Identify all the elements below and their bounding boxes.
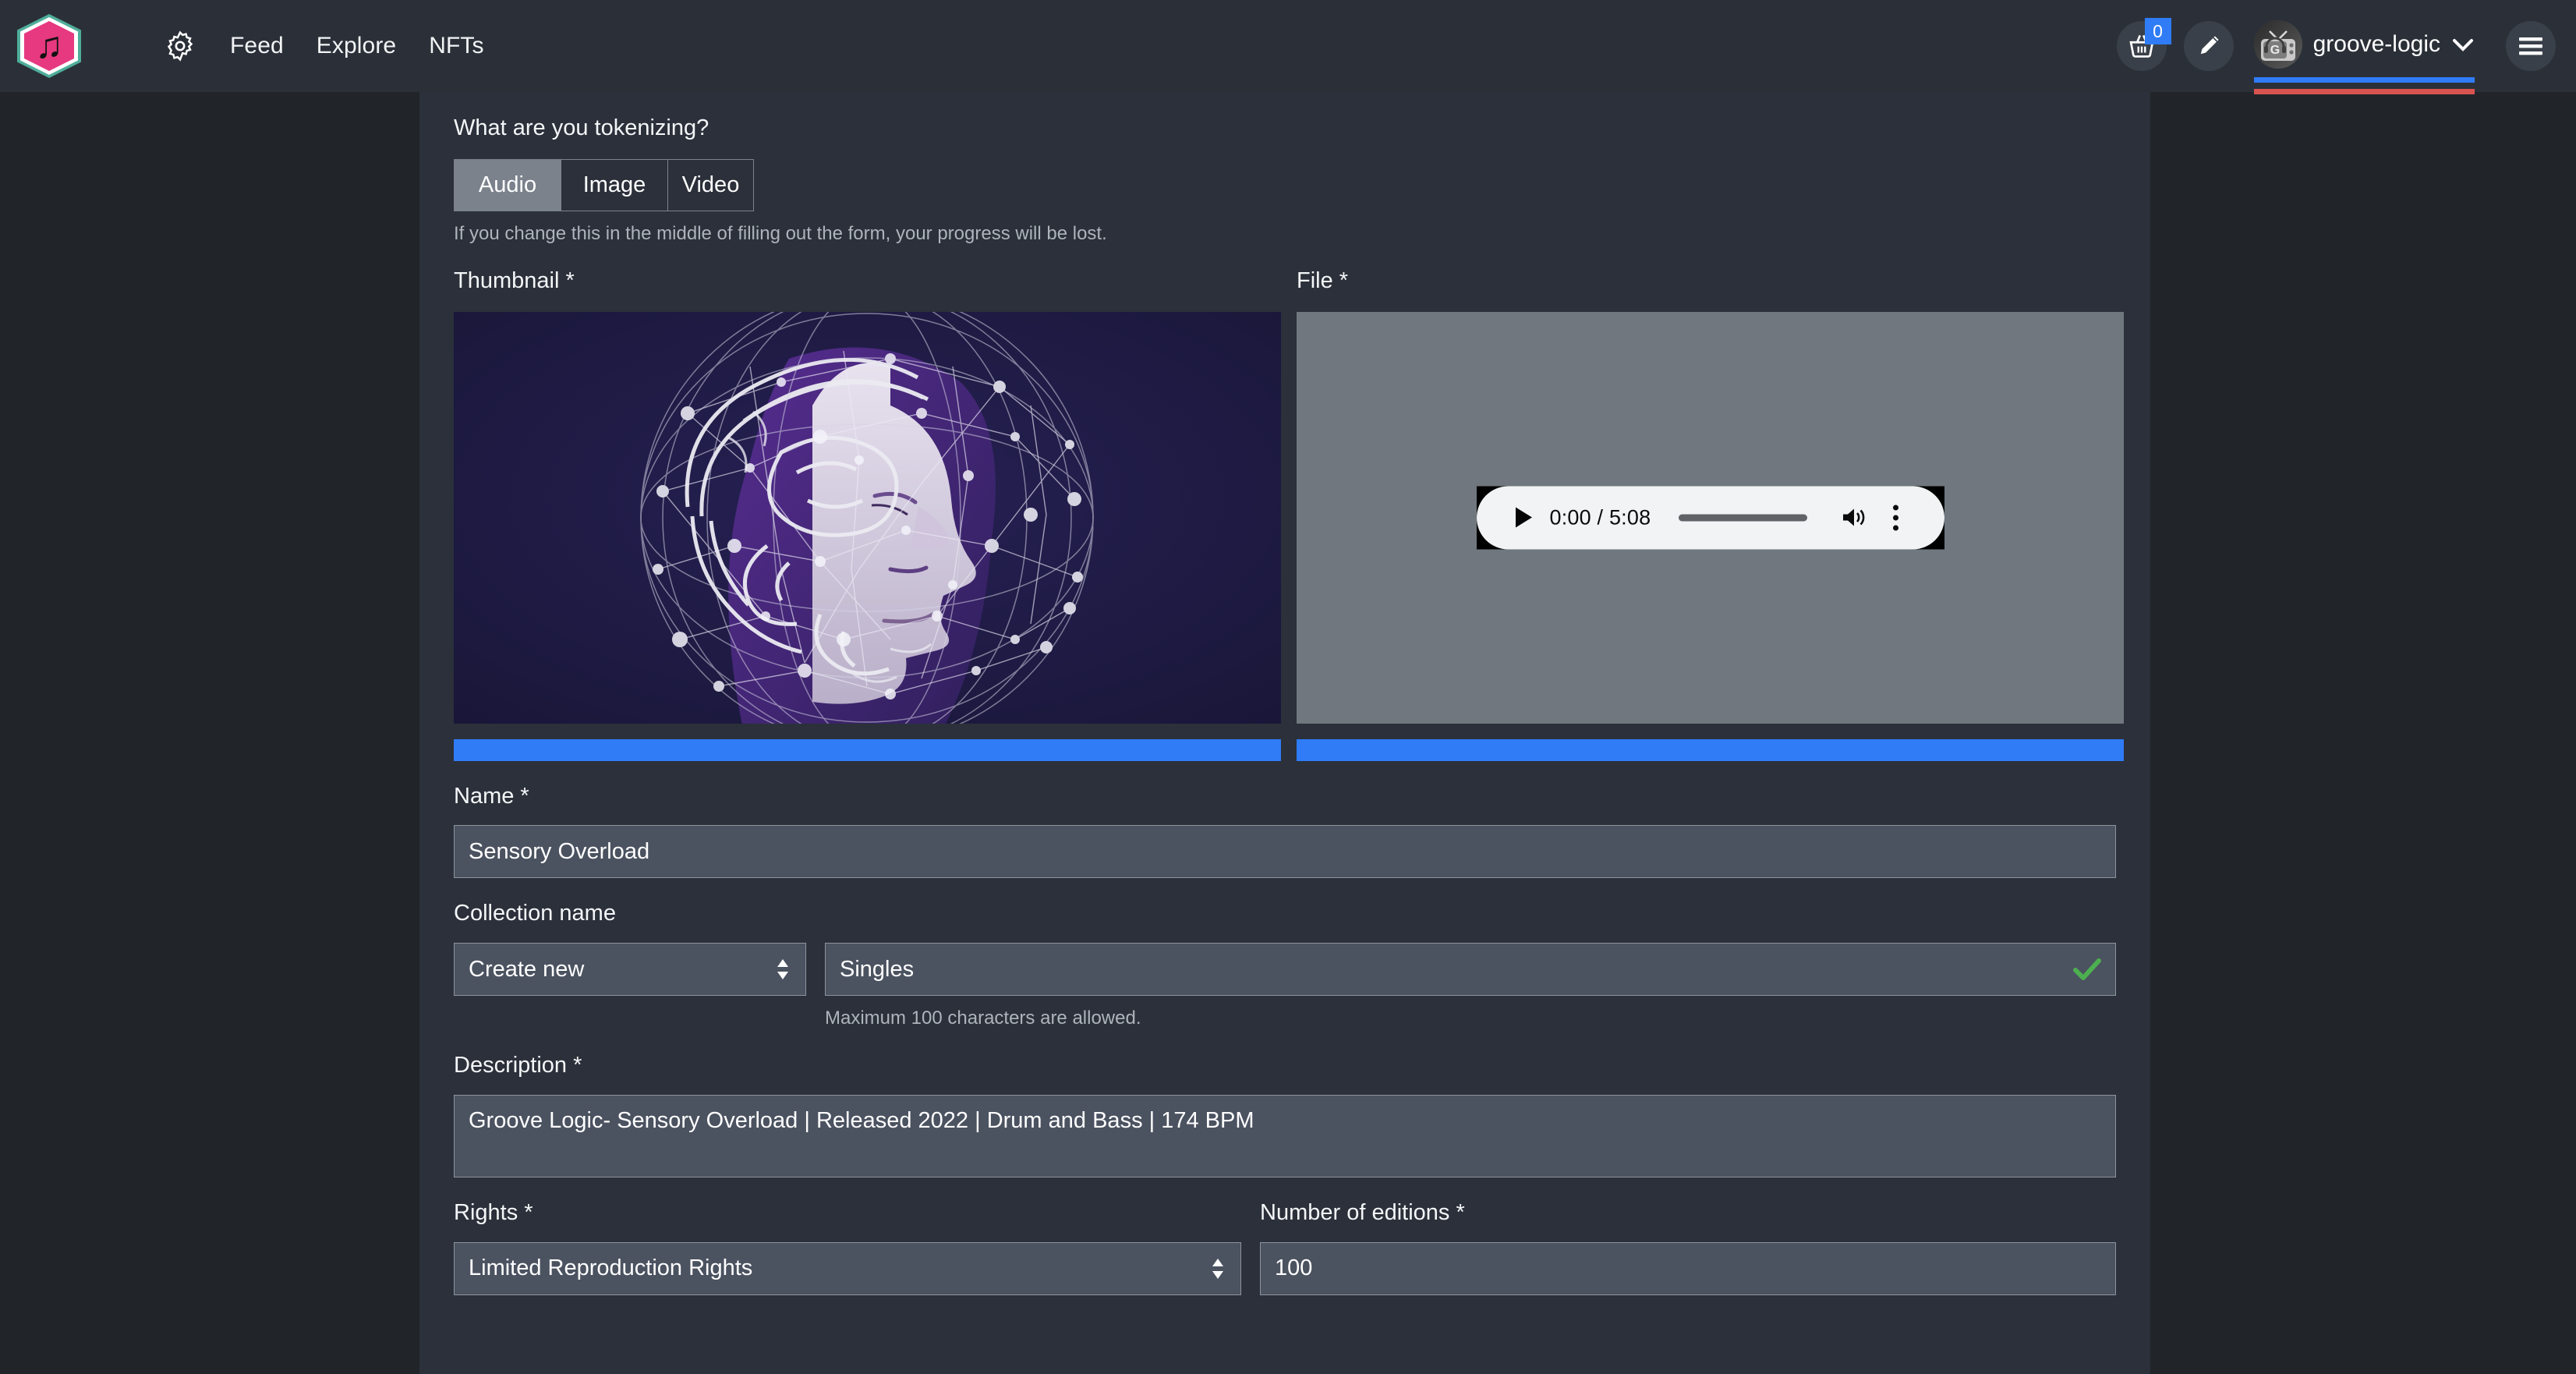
collection-select[interactable]: Create new: [454, 943, 806, 997]
chevron-down-icon: [2453, 39, 2473, 51]
collection-name-column: Singles Maximum 100 characters are allow…: [825, 927, 2116, 1030]
name-input[interactable]: Sensory Overload: [454, 825, 2116, 879]
collection-name-input[interactable]: Singles: [825, 943, 2116, 997]
media-type-audio-button[interactable]: Audio: [454, 158, 561, 211]
media-type-video-button[interactable]: Video: [668, 158, 754, 211]
description-textarea[interactable]: Groove Logic- Sensory Overload | Release…: [454, 1094, 2116, 1177]
media-type-toggle-group: Audio Image Video: [454, 158, 754, 211]
audio-seek-slider[interactable]: [1679, 514, 1808, 522]
rights-editions-row: Rights * Limited Reproduction Rights Num…: [454, 1177, 2116, 1295]
rights-label: Rights *: [454, 1199, 533, 1225]
collection-name-value: Singles: [840, 956, 915, 982]
svg-text:G: G: [2270, 44, 2279, 57]
rights-column: Rights * Limited Reproduction Rights: [454, 1177, 1241, 1295]
collection-select-column: Create new: [454, 927, 806, 1030]
select-stepper-arrows-icon: [1212, 1258, 1223, 1279]
collection-select-value: Create new: [469, 956, 585, 982]
kebab-dot: [1893, 525, 1899, 531]
hamburger-menu-icon: [2519, 37, 2542, 55]
cart-button[interactable]: 0: [2116, 18, 2171, 71]
kebab-menu-icon[interactable]: [1893, 505, 1899, 531]
file-label: File *: [1297, 267, 1349, 293]
header-actions: 0 G groove-logic: [2116, 18, 2576, 94]
editions-label: Number of editions *: [1260, 1199, 1465, 1225]
tokenize-form-panel: What are you tokenizing? Audio Image Vid…: [419, 92, 2150, 1374]
cart-count-badge: 0: [2144, 18, 2171, 44]
user-underline-red: [2253, 89, 2475, 94]
media-type-image-button[interactable]: Image: [561, 158, 668, 211]
rights-select-value: Limited Reproduction Rights: [469, 1255, 753, 1281]
audio-player-controls: 0:00 / 5:08: [1476, 486, 1944, 550]
thumbnail-preview[interactable]: [454, 311, 1281, 724]
audio-player[interactable]: 0:00 / 5:08: [1476, 486, 1944, 550]
name-label: Name *: [454, 783, 529, 809]
nav-item-nfts[interactable]: NFTs: [429, 28, 483, 64]
editions-column: Number of editions * 100: [1260, 1177, 2116, 1295]
pencil-icon: [2200, 36, 2219, 55]
description-label: Description *: [454, 1053, 582, 1078]
create-button[interactable]: [2183, 21, 2234, 71]
app-header: ♫ Feed Explore NFTs 0 G groove-logic: [0, 0, 2576, 94]
rights-select[interactable]: Limited Reproduction Rights: [454, 1241, 1241, 1295]
green-check-icon: [2073, 958, 2101, 981]
music-note-icon: ♫: [35, 25, 63, 66]
gear-icon-svg: [167, 30, 193, 62]
hamburger-menu-button[interactable]: [2506, 21, 2556, 71]
username-label: groove-logic: [2312, 31, 2440, 57]
nav-item-feed[interactable]: Feed: [230, 28, 284, 64]
collection-help-text: Maximum 100 characters are allowed.: [825, 1007, 1141, 1029]
thumbnail-artwork: [454, 311, 1281, 724]
main-nav: Feed Explore NFTs: [165, 28, 484, 64]
thumbnail-label: Thumbnail *: [454, 267, 575, 293]
thumbnail-column: Thumbnail *: [454, 246, 1281, 761]
volume-icon[interactable]: [1840, 505, 1868, 530]
kebab-dot: [1893, 515, 1899, 521]
thumbnail-upload-progress: [454, 738, 1281, 761]
file-preview: 0:00 / 5:08: [1297, 311, 2124, 724]
avatar: G: [2253, 20, 2302, 69]
file-upload-progress: [1297, 738, 2124, 761]
page-body: What are you tokenizing? Audio Image Vid…: [0, 92, 2576, 1374]
user-menu[interactable]: G groove-logic: [2253, 20, 2475, 94]
user-underline-blue: [2253, 77, 2475, 83]
nav-item-explore[interactable]: Explore: [317, 28, 396, 64]
app-logo[interactable]: ♫: [17, 14, 81, 78]
file-column: File * 0:00 / 5:08: [1297, 246, 2124, 761]
media-upload-row: Thumbnail * File * 0:00 / 5:08: [454, 246, 2124, 761]
type-help-text: If you change this in the middle of fill…: [454, 222, 1107, 244]
select-stepper-arrows-icon: [777, 959, 788, 980]
editions-input[interactable]: 100: [1260, 1241, 2116, 1295]
play-icon[interactable]: [1515, 507, 1532, 528]
type-question-label: What are you tokenizing?: [454, 115, 709, 140]
gear-icon[interactable]: [165, 30, 196, 62]
user-avatar-retro-tv-icon: G: [2253, 20, 2302, 69]
collection-row: Create new Singles Maximum 100 character…: [454, 927, 2116, 1030]
kebab-dot: [1893, 505, 1899, 511]
audio-timecode: 0:00 / 5:08: [1549, 505, 1651, 529]
collection-label: Collection name: [454, 901, 616, 926]
